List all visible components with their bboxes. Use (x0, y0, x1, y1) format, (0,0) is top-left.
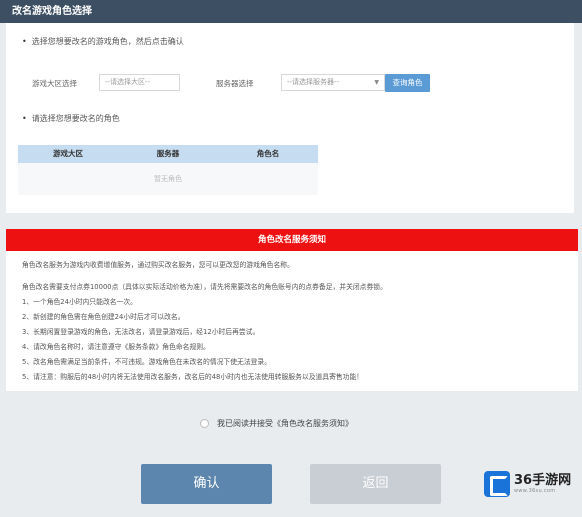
column-header-server: 服务器 (156, 149, 180, 158)
notice-line: 4、请改角色名称时，请注意遵守《服务条款》角色命名规则。 (22, 343, 210, 351)
back-button[interactable]: 返回 (310, 464, 441, 504)
notice-line: 1、一个角色24小时内只能改名一次。 (22, 298, 137, 306)
role-table: 游戏大区 服务器 角色名 暂无角色 (18, 145, 318, 195)
notice-body: 角色改名服务为游戏内收费增值服务，通过购买改名服务，您可以更改您的游戏角色名称。… (6, 251, 578, 391)
confirm-button[interactable]: 确认 (141, 464, 272, 504)
region-select[interactable]: --请选择大区-- (99, 74, 180, 91)
column-header-role: 角色名 (256, 149, 280, 158)
step1-instruction: 选择您想要改名的游戏角色，然后点击确认 (22, 36, 184, 47)
region-select-value: --请选择大区-- (105, 78, 151, 86)
agreement-row[interactable]: 我已阅读并接受《角色改名服务须知》 (200, 418, 353, 429)
notice-title: 角色改名服务须知 (257, 235, 326, 245)
page-title: 改名游戏角色选择 (12, 6, 92, 17)
notice-line: 角色改名服务为游戏内收费增值服务，通过购买改名服务，您可以更改您的游戏角色名称。 (22, 261, 294, 269)
server-select[interactable]: --请选择服务器-- ▼ (281, 74, 385, 91)
logo-name: 36手游网 (514, 473, 572, 488)
agreement-radio[interactable] (200, 419, 209, 428)
notice-line: 5、改名角色需满足当前条件，不可违规。游戏角色在未改名的情况下使无法登录。 (22, 358, 272, 366)
notice-line: 2、新创建的角色需在角色创建24小时后才可以改名。 (22, 313, 185, 321)
logo-icon (484, 471, 510, 497)
table-empty-text: 暂无角色 (154, 175, 182, 183)
site-logo: 36手游网 www.36su.com (484, 469, 576, 499)
notice-line: 5、请注意：购服后的48小时内将无法使用改名服务，改名后的48小时内也无法使用转… (22, 373, 364, 381)
notice-title-bar: 角色改名服务须知 (6, 229, 578, 251)
server-label: 服务器选择 (216, 79, 254, 88)
server-select-value: --请选择服务器-- (287, 78, 340, 86)
chevron-down-icon: ▼ (374, 79, 379, 86)
table-empty-row: 暂无角色 (18, 163, 318, 195)
notice-line: 3、长期闲置登录游戏的角色，无法改名，请登录游戏后，经12小时后再尝试。 (22, 328, 260, 336)
step2-instruction: 请选择您想要改名的角色 (22, 113, 120, 124)
query-role-button[interactable]: 查询角色 (385, 74, 430, 92)
notice-line: 角色改名需要支付点券10000点（具体以实际活动价格为准），请先将需要改名的角色… (22, 283, 387, 291)
logo-url: www.36su.com (514, 488, 556, 494)
column-header-region: 游戏大区 (53, 149, 83, 158)
table-header: 游戏大区 服务器 角色名 (18, 145, 318, 163)
page-header: 改名游戏角色选择 (0, 0, 582, 23)
agreement-label[interactable]: 我已阅读并接受《角色改名服务须知》 (217, 418, 353, 429)
region-label: 游戏大区选择 (32, 79, 77, 88)
